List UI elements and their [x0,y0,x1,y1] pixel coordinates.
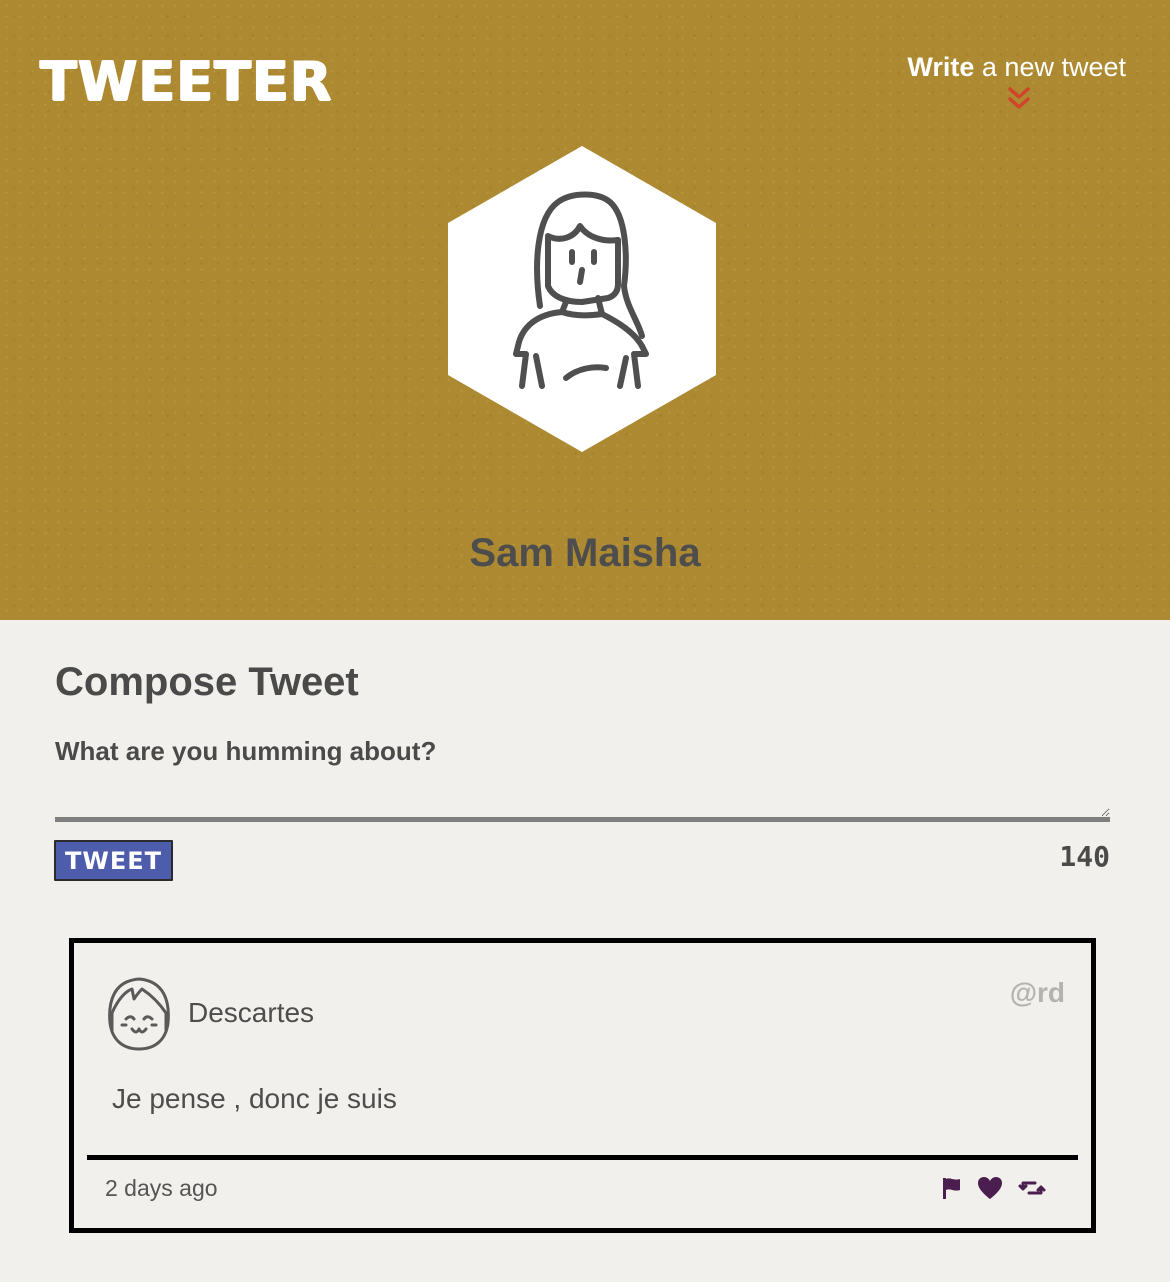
tweet-author-handle: @rd [1009,977,1065,1008]
flag-icon[interactable] [937,1173,967,1203]
retweet-icon[interactable] [1017,1173,1047,1203]
tweet-actions [937,1173,1057,1203]
user-avatar-icon [108,977,170,1051]
double-chevron-down-icon[interactable] [1006,86,1032,112]
brand-logo[interactable]: TWEETER [40,52,332,112]
profile-avatar [448,146,716,452]
tweet-timestamp: 2 days ago [105,1175,218,1201]
compose-tweet-input[interactable] [55,736,1110,822]
compose-title: Compose Tweet [55,660,359,704]
write-link-text: a new tweet [974,52,1126,82]
tweet-text: Je pense , donc je suis [112,1083,397,1114]
write-new-tweet-link[interactable]: Write a new tweet [907,50,1126,84]
profile-header: TWEETER Write a new tweet Sam Maisha [0,0,1170,620]
tweet-submit-button[interactable]: TWEET [54,840,173,881]
write-link-strong: Write [907,52,975,82]
tweet-divider [87,1155,1078,1160]
tweet-card: Descartes @rd Je pense , donc je suis 2 … [69,938,1096,1233]
heart-icon[interactable] [975,1173,1005,1203]
profile-name: Sam Maisha [469,531,701,575]
char-counter: 140 [1059,840,1110,873]
tweet-author-name: Descartes [188,997,315,1028]
